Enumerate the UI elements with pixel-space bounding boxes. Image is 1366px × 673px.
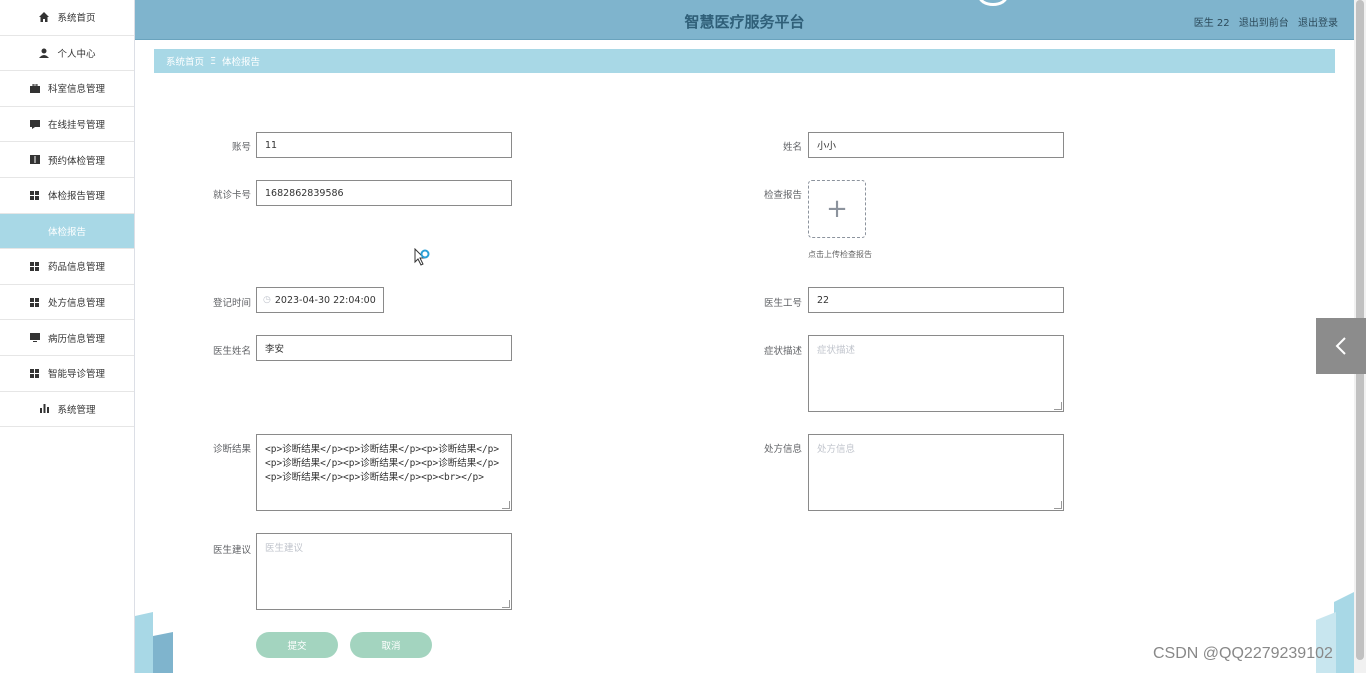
sidebar-item[interactable]: 在线挂号管理 — [0, 107, 134, 143]
name-label: 姓名 — [782, 142, 802, 153]
grid-icon — [29, 368, 41, 378]
resize-handle[interactable] — [502, 501, 510, 509]
prescription-textarea[interactable]: 处方信息 — [808, 434, 1064, 511]
monitor-icon — [29, 333, 41, 343]
diagnosis-text: <p>诊断结果</p><p>诊断结果</p><p>诊断结果</p><p>诊断结果… — [265, 444, 500, 483]
breadcrumb-home[interactable]: 系统首页 — [166, 54, 204, 68]
resize-handle[interactable] — [502, 600, 510, 608]
grid-icon — [29, 190, 41, 200]
breadcrumb-separator: Ξ — [210, 55, 217, 67]
sidebar-item[interactable]: 体检报告 — [0, 213, 134, 250]
cancel-button[interactable]: 取消 — [350, 632, 432, 658]
prescription-placeholder: 处方信息 — [817, 444, 856, 455]
reg-time-picker[interactable]: ◷ 2023-04-30 22:04:00 — [256, 287, 384, 313]
account-label: 账号 — [231, 142, 251, 153]
sidebar-item-label: 系统管理 — [57, 404, 96, 416]
sidebar-item[interactable]: 科室信息管理 — [0, 71, 134, 107]
sidebar-item[interactable]: 系统首页 — [0, 0, 134, 36]
reg-time-label: 登记时间 — [212, 298, 251, 309]
home-icon — [38, 12, 50, 23]
sidebar-item-label: 处方信息管理 — [47, 298, 105, 310]
sidebar-item-label: 个人中心 — [57, 48, 96, 60]
diagnosis-textarea[interactable]: <p>诊断结果</p><p>诊断结果</p><p>诊断结果</p><p>诊断结果… — [256, 434, 512, 511]
sidebar-item-label: 体检报告 — [47, 226, 86, 238]
symptom-label: 症状描述 — [763, 346, 802, 357]
app-title: 智慧医疗服务平台 — [684, 13, 805, 31]
user-name: 医生 22 — [1193, 18, 1230, 29]
sidebar-item-label: 在线挂号管理 — [47, 120, 105, 132]
decoration-blocks-left — [135, 612, 173, 673]
breadcrumb-current: 体检报告 — [222, 57, 261, 68]
report-upload[interactable]: + — [808, 180, 866, 238]
grid-icon — [29, 261, 41, 271]
sidebar-item[interactable]: 预约体检管理 — [0, 142, 134, 178]
reg-time-value: 2023-04-30 22:04:00 — [274, 294, 376, 306]
symptom-placeholder: 症状描述 — [817, 345, 856, 356]
sidebar-item-label: 系统首页 — [57, 13, 96, 25]
sidebar-item[interactable]: 体检报告管理 — [0, 178, 134, 214]
symptom-textarea[interactable]: 症状描述 — [808, 335, 1064, 412]
sidebar-item-label: 预约体检管理 — [47, 155, 105, 167]
book-icon — [29, 155, 41, 165]
sidebar-item[interactable]: 处方信息管理 — [0, 285, 134, 321]
sidebar-item-label: 科室信息管理 — [47, 84, 105, 96]
diagnosis-label: 诊断结果 — [212, 444, 251, 455]
side-panel-toggle[interactable] — [1316, 318, 1366, 374]
sidebar-item-label: 体检报告管理 — [47, 191, 105, 203]
clock-icon: ◷ — [263, 295, 271, 305]
advice-placeholder: 医生建议 — [265, 543, 304, 554]
back-to-front-link[interactable]: 退出到前台 — [1239, 18, 1289, 29]
sidebar-item[interactable]: 药品信息管理 — [0, 249, 134, 285]
advice-label: 医生建议 — [212, 545, 251, 556]
breadcrumb: 系统首页 Ξ 体检报告 — [154, 49, 1335, 73]
card-label: 就诊卡号 — [212, 190, 251, 201]
sidebar: 系统首页个人中心科室信息管理 在线挂号管理 预约体检管理 体检报告管理 体检报告药品信息… — [0, 0, 135, 673]
briefcase-icon — [29, 83, 41, 93]
advice-textarea[interactable]: 医生建议 — [256, 533, 512, 610]
grid-icon — [29, 297, 41, 307]
sidebar-item[interactable]: 智能导诊管理 — [0, 356, 134, 392]
resize-handle[interactable] — [1054, 402, 1062, 410]
decoration-bubble — [978, 0, 1008, 6]
sidebar-item-label: 药品信息管理 — [47, 262, 105, 274]
resize-handle[interactable] — [1054, 501, 1062, 509]
watermark: CSDN @QQ2279239102 — [1153, 645, 1333, 662]
submit-button[interactable]: 提交 — [256, 632, 338, 658]
user-icon — [38, 48, 50, 58]
chevron-left-icon — [1335, 337, 1346, 355]
sidebar-item[interactable]: 病历信息管理 — [0, 320, 134, 356]
card-input[interactable]: 1682862839586 — [256, 180, 512, 206]
chat-icon — [29, 119, 41, 129]
plus-icon: + — [826, 194, 848, 224]
sidebar-item[interactable]: 系统管理 — [0, 392, 134, 428]
doctor-name-input[interactable]: 李安 — [256, 335, 512, 361]
sidebar-item[interactable]: 个人中心 — [0, 36, 134, 72]
prescription-label: 处方信息 — [763, 444, 802, 455]
logout-link[interactable]: 退出登录 — [1298, 18, 1338, 29]
bar-chart-icon — [38, 404, 50, 414]
account-input[interactable]: 11 — [256, 132, 512, 158]
name-input[interactable]: 小小 — [808, 132, 1064, 158]
doctor-name-label: 医生姓名 — [212, 346, 251, 357]
report-label: 检查报告 — [763, 190, 802, 201]
sidebar-item-label: 病历信息管理 — [47, 333, 105, 345]
header-bar: 智慧医疗服务平台 医生 22 退出到前台 退出登录 — [135, 0, 1354, 40]
sidebar-item-label: 智能导诊管理 — [47, 369, 105, 381]
upload-tip: 点击上传检查报告 — [808, 250, 872, 259]
doctor-no-input[interactable]: 22 — [808, 287, 1064, 313]
header-user-area: 医生 22 退出到前台 退出登录 — [1188, 14, 1338, 29]
mouse-cursor-icon — [414, 248, 430, 266]
doctor-no-label: 医生工号 — [763, 298, 802, 309]
